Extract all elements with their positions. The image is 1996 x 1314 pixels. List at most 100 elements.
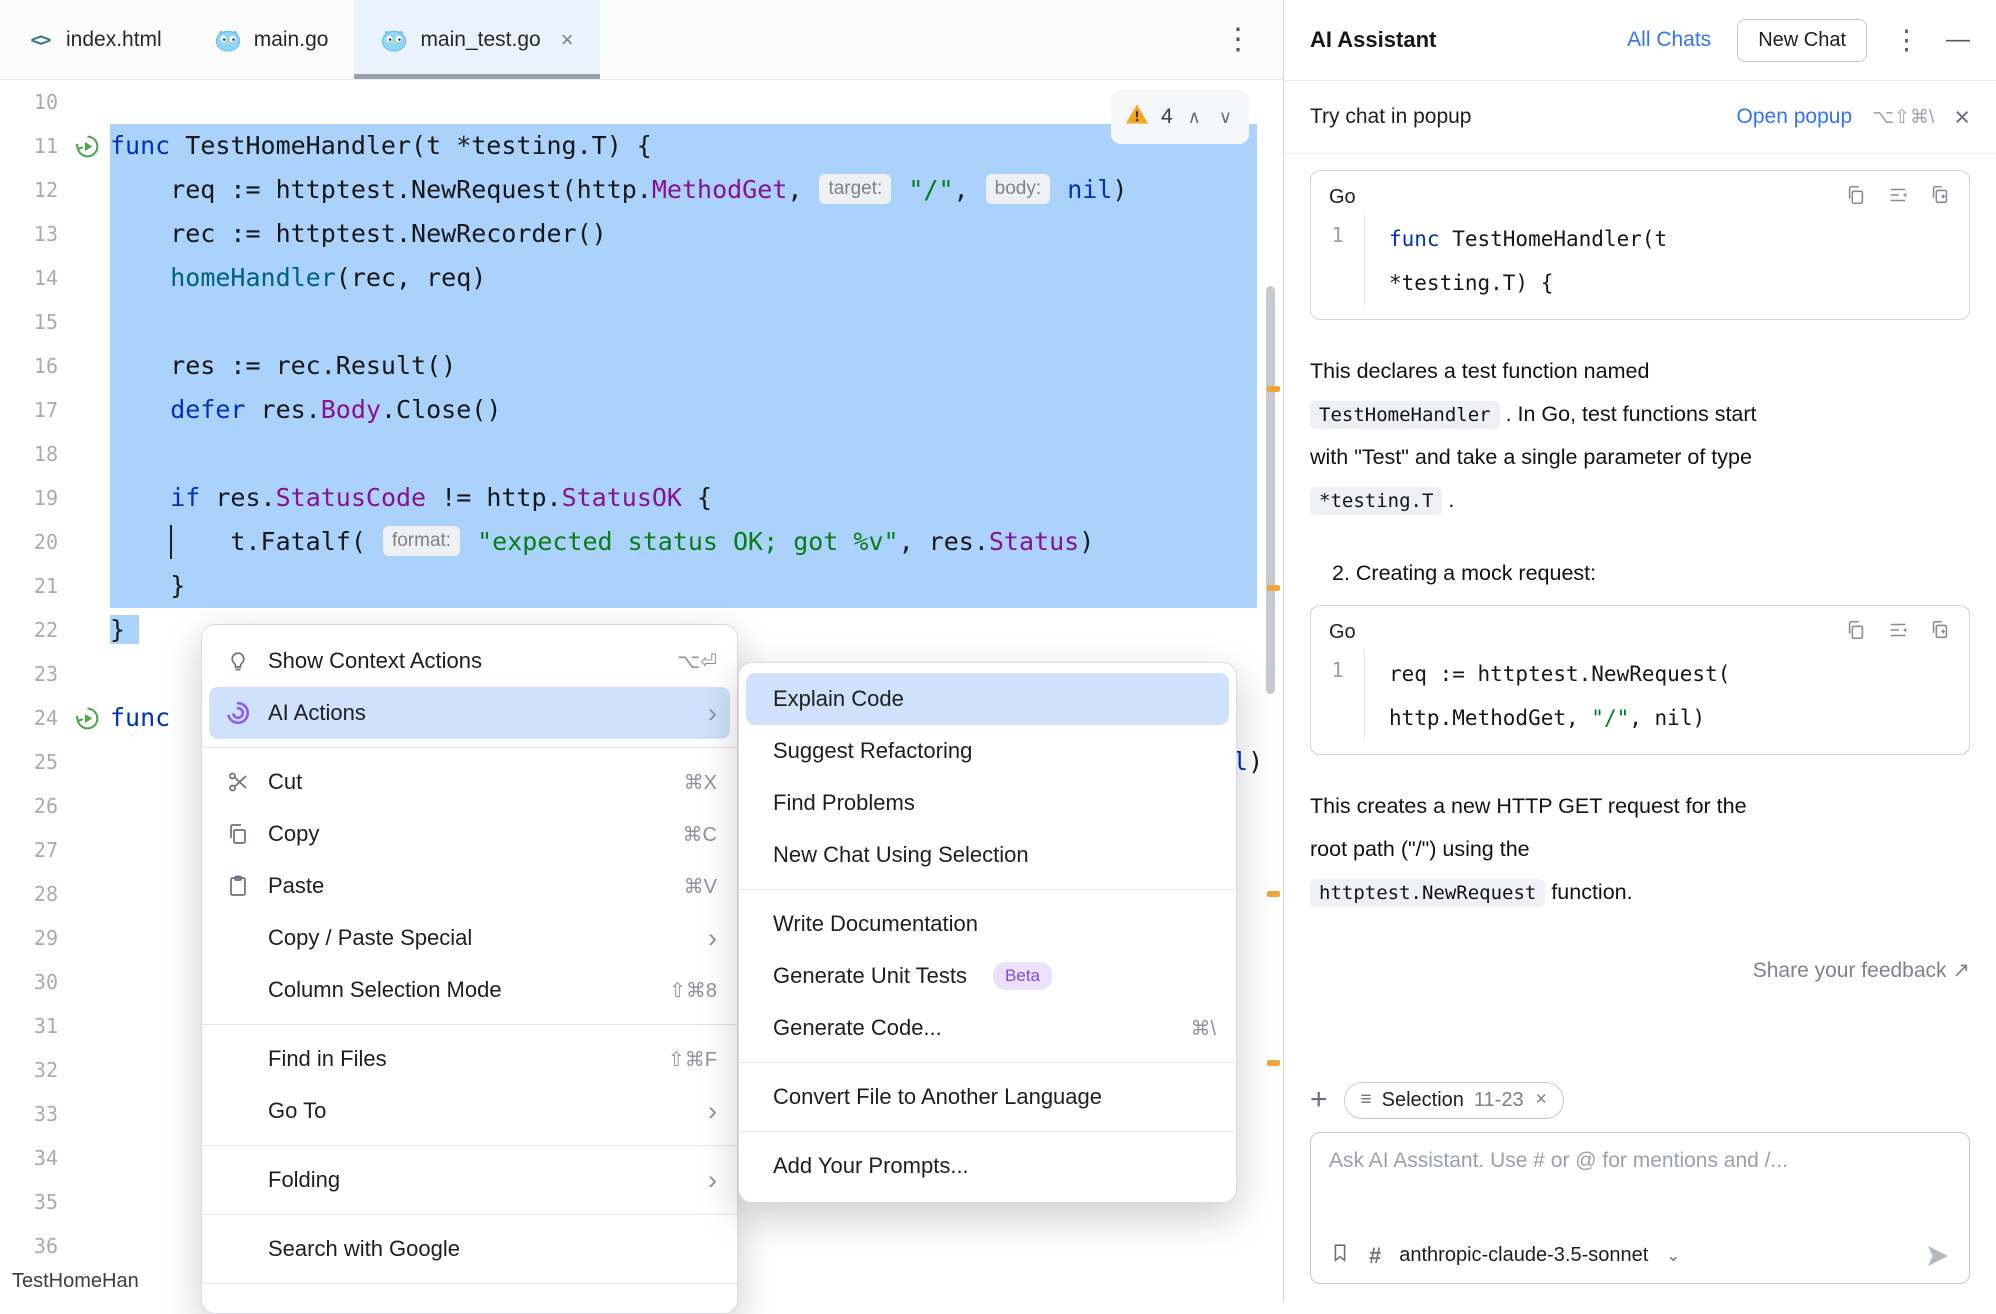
line-number[interactable]: 31 [0, 1004, 64, 1048]
ai-submenu-item-convert-file-to-another-language[interactable]: Convert File to Another Language [746, 1071, 1229, 1123]
ai-submenu-item-generate-unit-tests[interactable]: Generate Unit TestsBeta [746, 950, 1229, 1002]
model-selector[interactable]: anthropic-claude-3.5-sonnet [1399, 1244, 1648, 1267]
line-number[interactable]: 19 [0, 476, 64, 520]
code-text[interactable]: if res.StatusCode != http.StatusOK { [110, 476, 1257, 520]
insert-snippet-icon[interactable] [1887, 184, 1909, 211]
context-menu-item-ai-actions[interactable]: AI Actions› [209, 687, 730, 739]
selection-context-chip[interactable]: ≡ Selection 11-23 × [1344, 1082, 1564, 1119]
new-file-snippet-icon[interactable] [1929, 619, 1951, 646]
copy-snippet-icon[interactable] [1845, 619, 1867, 646]
open-popup-link[interactable]: Open popup [1737, 105, 1853, 129]
all-chats-link[interactable]: All Chats [1627, 28, 1711, 52]
line-number[interactable]: 20 [0, 520, 64, 564]
line-number[interactable]: 12 [0, 168, 64, 212]
line-number[interactable]: 13 [0, 212, 64, 256]
next-problem-icon[interactable]: ∨ [1216, 95, 1235, 139]
context-menu-item-find-in-files[interactable]: Find in Files⇧⌘F [209, 1033, 730, 1085]
run-test-icon[interactable] [64, 696, 110, 740]
line-number[interactable]: 25 [0, 740, 64, 784]
editor-scrollbar[interactable] [1266, 286, 1275, 694]
new-chat-button[interactable]: New Chat [1737, 19, 1867, 62]
breadcrumb-item[interactable]: TestHomeHan [12, 1270, 139, 1293]
code-text[interactable]: res := rec.Result() [110, 344, 1257, 388]
ai-submenu-item-explain-code[interactable]: Explain Code [746, 673, 1229, 725]
context-menu-item-search-with-google[interactable]: Search with Google [209, 1223, 730, 1275]
send-message-icon[interactable] [1925, 1243, 1951, 1269]
tab-main-test-go[interactable]: main_test.go × [354, 0, 599, 79]
code-text[interactable] [110, 80, 1257, 124]
ai-submenu-item-find-problems[interactable]: Find Problems [746, 777, 1229, 829]
ai-submenu-item-suggest-refactoring[interactable]: Suggest Refactoring [746, 725, 1229, 777]
code-text[interactable]: rec := httptest.NewRecorder() [110, 212, 1257, 256]
line-number[interactable]: 15 [0, 300, 64, 344]
line-number[interactable]: 27 [0, 828, 64, 872]
banner-close-icon[interactable]: × [1954, 102, 1970, 133]
prompt-library-icon[interactable] [1329, 1242, 1351, 1269]
ai-submenu-item-add-your-prompts[interactable]: Add Your Prompts... [746, 1140, 1229, 1192]
previous-problem-icon[interactable]: ∧ [1185, 95, 1204, 139]
context-menu-item-show-context-actions[interactable]: Show Context Actions⌥⏎ [209, 635, 730, 687]
run-test-icon[interactable] [64, 124, 110, 168]
code-token: } [110, 615, 125, 644]
panel-options-kebab-icon[interactable]: ⋮ [1893, 25, 1920, 56]
line-number[interactable]: 30 [0, 960, 64, 1004]
copy-snippet-icon[interactable] [1845, 184, 1867, 211]
line-number[interactable]: 24 [0, 696, 64, 740]
code-text[interactable] [110, 432, 1257, 476]
line-number[interactable]: 16 [0, 344, 64, 388]
inspections-widget[interactable]: 4 ∧ ∨ [1111, 90, 1249, 144]
code-text[interactable]: homeHandler(rec, req) [110, 256, 1257, 300]
add-context-button[interactable]: + [1310, 1085, 1328, 1115]
code-text[interactable]: } [110, 564, 1257, 608]
code-text[interactable]: t.Fatalf( format: "expected status OK; g… [110, 520, 1257, 564]
line-number[interactable]: 29 [0, 916, 64, 960]
new-file-snippet-icon[interactable] [1929, 184, 1951, 211]
hash-mention-icon[interactable]: # [1369, 1243, 1381, 1269]
line-number[interactable]: 35 [0, 1180, 64, 1224]
context-menu-item-folding[interactable]: Folding› [209, 1154, 730, 1206]
line-number[interactable]: 22 [0, 608, 64, 652]
banner-text: Try chat in popup [1310, 105, 1471, 129]
minimize-panel-icon[interactable]: — [1946, 26, 1970, 54]
line-number[interactable]: 26 [0, 784, 64, 828]
context-menu-item-copy[interactable]: Copy⌘C [209, 808, 730, 860]
remove-selection-icon[interactable]: × [1536, 1089, 1547, 1111]
line-number[interactable]: 11 [0, 124, 64, 168]
line-number[interactable]: 18 [0, 432, 64, 476]
line-number[interactable]: 33 [0, 1092, 64, 1136]
code-token: , [954, 175, 984, 204]
line-number[interactable]: 14 [0, 256, 64, 300]
close-tab-icon[interactable]: × [561, 27, 574, 53]
code-text[interactable]: func TestHomeHandler(t *testing.T) { [110, 124, 1257, 168]
code-token: , [787, 175, 817, 204]
context-menu-item-go-to[interactable]: Go To› [209, 1085, 730, 1137]
code-text[interactable] [110, 300, 1257, 344]
line-number[interactable]: 23 [0, 652, 64, 696]
chat-input-box[interactable]: Ask AI Assistant. Use # or @ for mention… [1310, 1132, 1970, 1284]
line-number[interactable]: 17 [0, 388, 64, 432]
code-text[interactable]: req := httptest.NewRequest(http.MethodGe… [110, 168, 1257, 212]
ai-submenu-item-new-chat-using-selection[interactable]: New Chat Using Selection [746, 829, 1229, 881]
line-number[interactable]: 21 [0, 564, 64, 608]
code-text[interactable]: defer res.Body.Close() [110, 388, 1257, 432]
line-number[interactable]: 32 [0, 1048, 64, 1092]
chat-input-placeholder: Ask AI Assistant. Use # or @ for mention… [1329, 1149, 1951, 1173]
ai-submenu-item-generate-code[interactable]: Generate Code...⌘\ [746, 1002, 1229, 1054]
editor-options-kebab-icon[interactable]: ⋮ [1193, 22, 1283, 57]
warning-count: 4 [1161, 95, 1173, 139]
context-menu-item-cut[interactable]: Cut⌘X [209, 756, 730, 808]
menu-shortcut: ⌘C [683, 822, 717, 847]
share-feedback-link[interactable]: Share your feedback ↗ [1753, 959, 1970, 982]
tab-index-html[interactable]: <> index.html [0, 0, 188, 79]
context-menu-item-paste[interactable]: Paste⌘V [209, 860, 730, 912]
context-menu-item-copy-paste-special[interactable]: Copy / Paste Special› [209, 912, 730, 964]
ai-submenu-item-write-documentation[interactable]: Write Documentation [746, 898, 1229, 950]
insert-snippet-icon[interactable] [1887, 619, 1909, 646]
chat-code-block: Go1func TestHomeHandler(t *testing.T) { [1310, 170, 1970, 320]
line-number[interactable]: 34 [0, 1136, 64, 1180]
code-token: defer [170, 395, 260, 424]
tab-main-go[interactable]: main.go [188, 0, 355, 79]
context-menu-item-column-selection-mode[interactable]: Column Selection Mode⇧⌘8 [209, 964, 730, 1016]
line-number[interactable]: 10 [0, 80, 64, 124]
line-number[interactable]: 28 [0, 872, 64, 916]
